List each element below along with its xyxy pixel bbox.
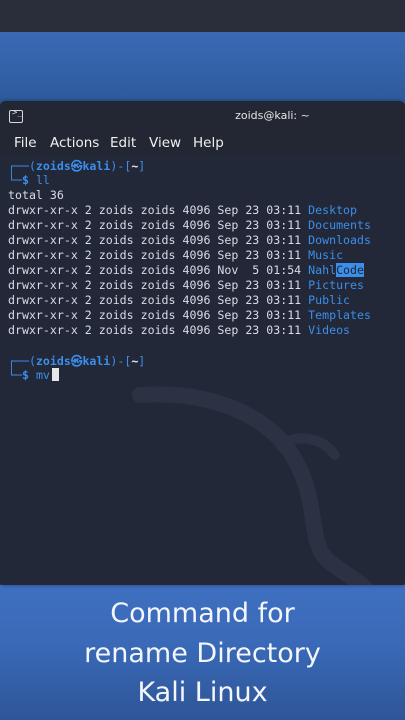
- listing-row: drwxr-xr-x 2 zoids zoids 4096 Sep 23 03:…: [8, 203, 358, 217]
- caption-line-3: Kali Linux: [137, 677, 268, 708]
- menu-view[interactable]: View: [149, 135, 181, 151]
- menu-bar: File Actions Edit View Help: [0, 131, 405, 155]
- text-cursor: [51, 368, 59, 381]
- listing-row: drwxr-xr-x 2 zoids zoids 4096 Sep 23 03:…: [8, 218, 371, 232]
- listing-row: drwxr-xr-x 2 zoids zoids 4096 Sep 23 03:…: [8, 233, 371, 247]
- command-line-2[interactable]: └─$ mv: [8, 368, 59, 382]
- total-line: total 36: [8, 188, 64, 202]
- listing-row: drwxr-xr-x 2 zoids zoids 4096 Sep 23 03:…: [8, 323, 351, 337]
- title-bar[interactable]: >_ zoids@kali: ~: [0, 101, 405, 131]
- listing-row: drwxr-xr-x 2 zoids zoids 4096 Nov 5 01:5…: [8, 263, 364, 277]
- top-strip: [0, 0, 405, 32]
- terminal-window[interactable]: >_ zoids@kali: ~ File Actions Edit View …: [0, 101, 405, 585]
- window-title: zoids@kali: ~: [235, 109, 310, 122]
- terminal-output[interactable]: ┌──(zoids㉿kali)-[~] └─$ ll total 36 drwx…: [0, 155, 405, 585]
- menu-edit[interactable]: Edit: [110, 135, 136, 151]
- kali-dragon-watermark: [132, 386, 374, 585]
- menu-actions[interactable]: Actions: [50, 135, 99, 151]
- listing-row: drwxr-xr-x 2 zoids zoids 4096 Sep 23 03:…: [8, 308, 371, 322]
- prompt-line-1: ┌──(zoids㉿kali)-[~]: [8, 159, 146, 173]
- listing-row: drwxr-xr-x 2 zoids zoids 4096 Sep 23 03:…: [8, 248, 344, 262]
- selected-text: Code: [336, 263, 364, 277]
- prompt-line-2: ┌──(zoids㉿kali)-[~]: [8, 354, 146, 368]
- menu-file[interactable]: File: [14, 135, 37, 151]
- caption-line-2: rename Directory: [84, 638, 321, 669]
- caption-line-1: Command for: [110, 598, 295, 629]
- listing-row: drwxr-xr-x 2 zoids zoids 4096 Sep 23 03:…: [8, 278, 364, 292]
- menu-help[interactable]: Help: [193, 135, 224, 151]
- command-line-1: └─$ ll: [8, 173, 50, 187]
- desktop-band: [0, 32, 405, 102]
- listing-row: drwxr-xr-x 2 zoids zoids 4096 Sep 23 03:…: [8, 293, 351, 307]
